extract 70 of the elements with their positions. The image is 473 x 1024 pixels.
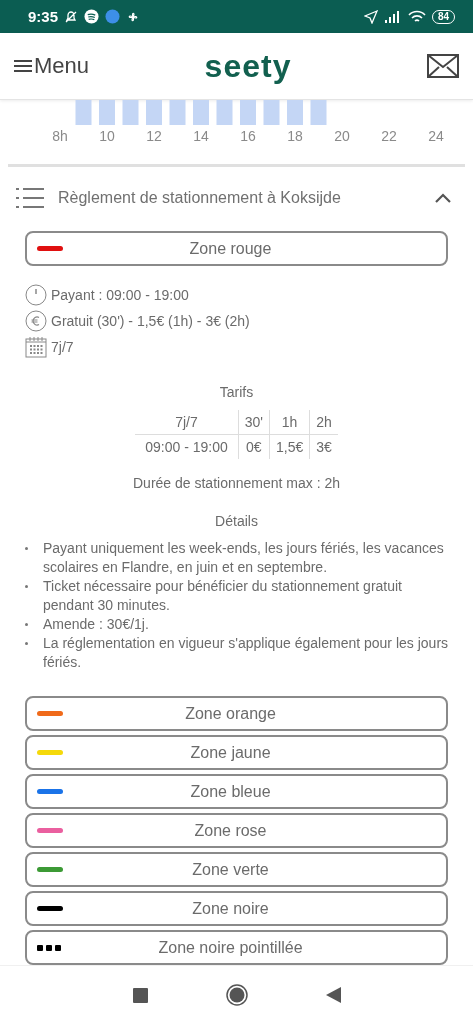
table-header: 7j/7 <box>135 410 239 435</box>
euro-icon <box>25 310 47 332</box>
bell-off-icon <box>64 9 79 24</box>
table-header: 2h <box>309 410 338 435</box>
hour-label: 12 <box>146 128 162 144</box>
section-title: Règlement de stationnement à Koksijde <box>58 189 342 207</box>
clock-icon <box>25 284 47 306</box>
occupancy-bar <box>263 100 280 125</box>
note-text: La réglementation en vigueur s'applique également pour les jours fériés. <box>43 634 450 672</box>
status-time: 9:35 <box>28 8 59 25</box>
zone-button[interactable]: Zone noire pointillée <box>25 930 448 965</box>
bullet-icon <box>25 642 28 645</box>
note-text: Payant uniquement les week-ends, les jours fériés, les vacances scolaires en Flandre, en juin et en septembre. <box>43 539 445 577</box>
bullet-icon <box>25 623 28 626</box>
hour-label: 24 <box>428 128 444 144</box>
location-arrow-icon <box>363 9 378 24</box>
occupancy-bar <box>193 100 209 125</box>
occupancy-bar <box>146 100 162 125</box>
home-circle-icon[interactable] <box>225 984 248 1006</box>
occupancy-bar <box>169 100 186 125</box>
hour-label: 22 <box>381 128 397 144</box>
table-cell: 0€ <box>238 434 270 459</box>
info-text: 7j/7 <box>51 339 74 355</box>
note-text: Amende : 30€/1j. <box>43 615 149 634</box>
square-nav-icon[interactable] <box>132 987 148 1003</box>
calendar-icon <box>25 336 47 358</box>
bullet-icon <box>25 547 28 550</box>
occupancy-bar <box>310 100 327 125</box>
hour-label: 18 <box>287 128 303 144</box>
info-text: Gratuit (30') - 1,5€ (1h) - 3€ (2h) <box>51 313 250 329</box>
occupancy-bar <box>75 100 92 125</box>
zone-button[interactable]: Zone rose <box>25 813 448 848</box>
hour-label: 20 <box>334 128 350 144</box>
zone-button[interactable]: Zone bleue <box>25 774 448 809</box>
app-logo: seety <box>203 47 293 85</box>
table-cell: 09:00 - 19:00 <box>135 434 239 459</box>
zone-button[interactable]: Zone rouge <box>25 231 448 266</box>
music-app-icon <box>84 9 100 24</box>
occupancy-bar <box>216 100 233 125</box>
back-triangle-icon[interactable] <box>325 987 341 1003</box>
zone-button[interactable]: Zone noire <box>25 891 448 926</box>
note-text: Ticket nécessaire pour bénéficier du stationnement gratuit pendant 30 minutes. <box>43 577 403 615</box>
zone-button[interactable]: Zone verte <box>25 852 448 887</box>
table-header: 30' <box>238 410 270 435</box>
zone-button[interactable]: Zone jaune <box>25 735 448 770</box>
occupancy-bar <box>240 100 256 125</box>
signal-icon <box>383 10 402 23</box>
mail-icon[interactable] <box>427 54 459 78</box>
table-cell: 1,5€ <box>269 434 310 459</box>
bullet-icon <box>25 585 28 588</box>
app-circle-icon <box>105 9 121 24</box>
hour-label: 10 <box>99 128 115 144</box>
chevron-up-icon[interactable] <box>435 193 451 203</box>
details-title: Détails <box>214 513 259 529</box>
max-duration-text: Durée de stationnement max : 2h <box>132 475 341 491</box>
table-header: 1h <box>269 410 310 435</box>
list-icon <box>16 187 44 209</box>
hour-label: 16 <box>240 128 256 144</box>
menu-button[interactable]: Menu <box>14 53 90 79</box>
tariffs-title: Tarifs <box>218 384 255 400</box>
menu-icon <box>14 59 32 73</box>
hour-label: 8h <box>52 128 68 144</box>
table-cell: 3€ <box>309 434 338 459</box>
info-text: Payant : 09:00 - 19:00 <box>51 287 189 303</box>
zone-button[interactable]: Zone orange <box>25 696 448 731</box>
occupancy-bar <box>99 100 115 125</box>
occupancy-bar <box>122 100 139 125</box>
occupancy-bar <box>287 100 303 125</box>
hour-label: 14 <box>193 128 209 144</box>
wifi-icon <box>407 9 426 24</box>
